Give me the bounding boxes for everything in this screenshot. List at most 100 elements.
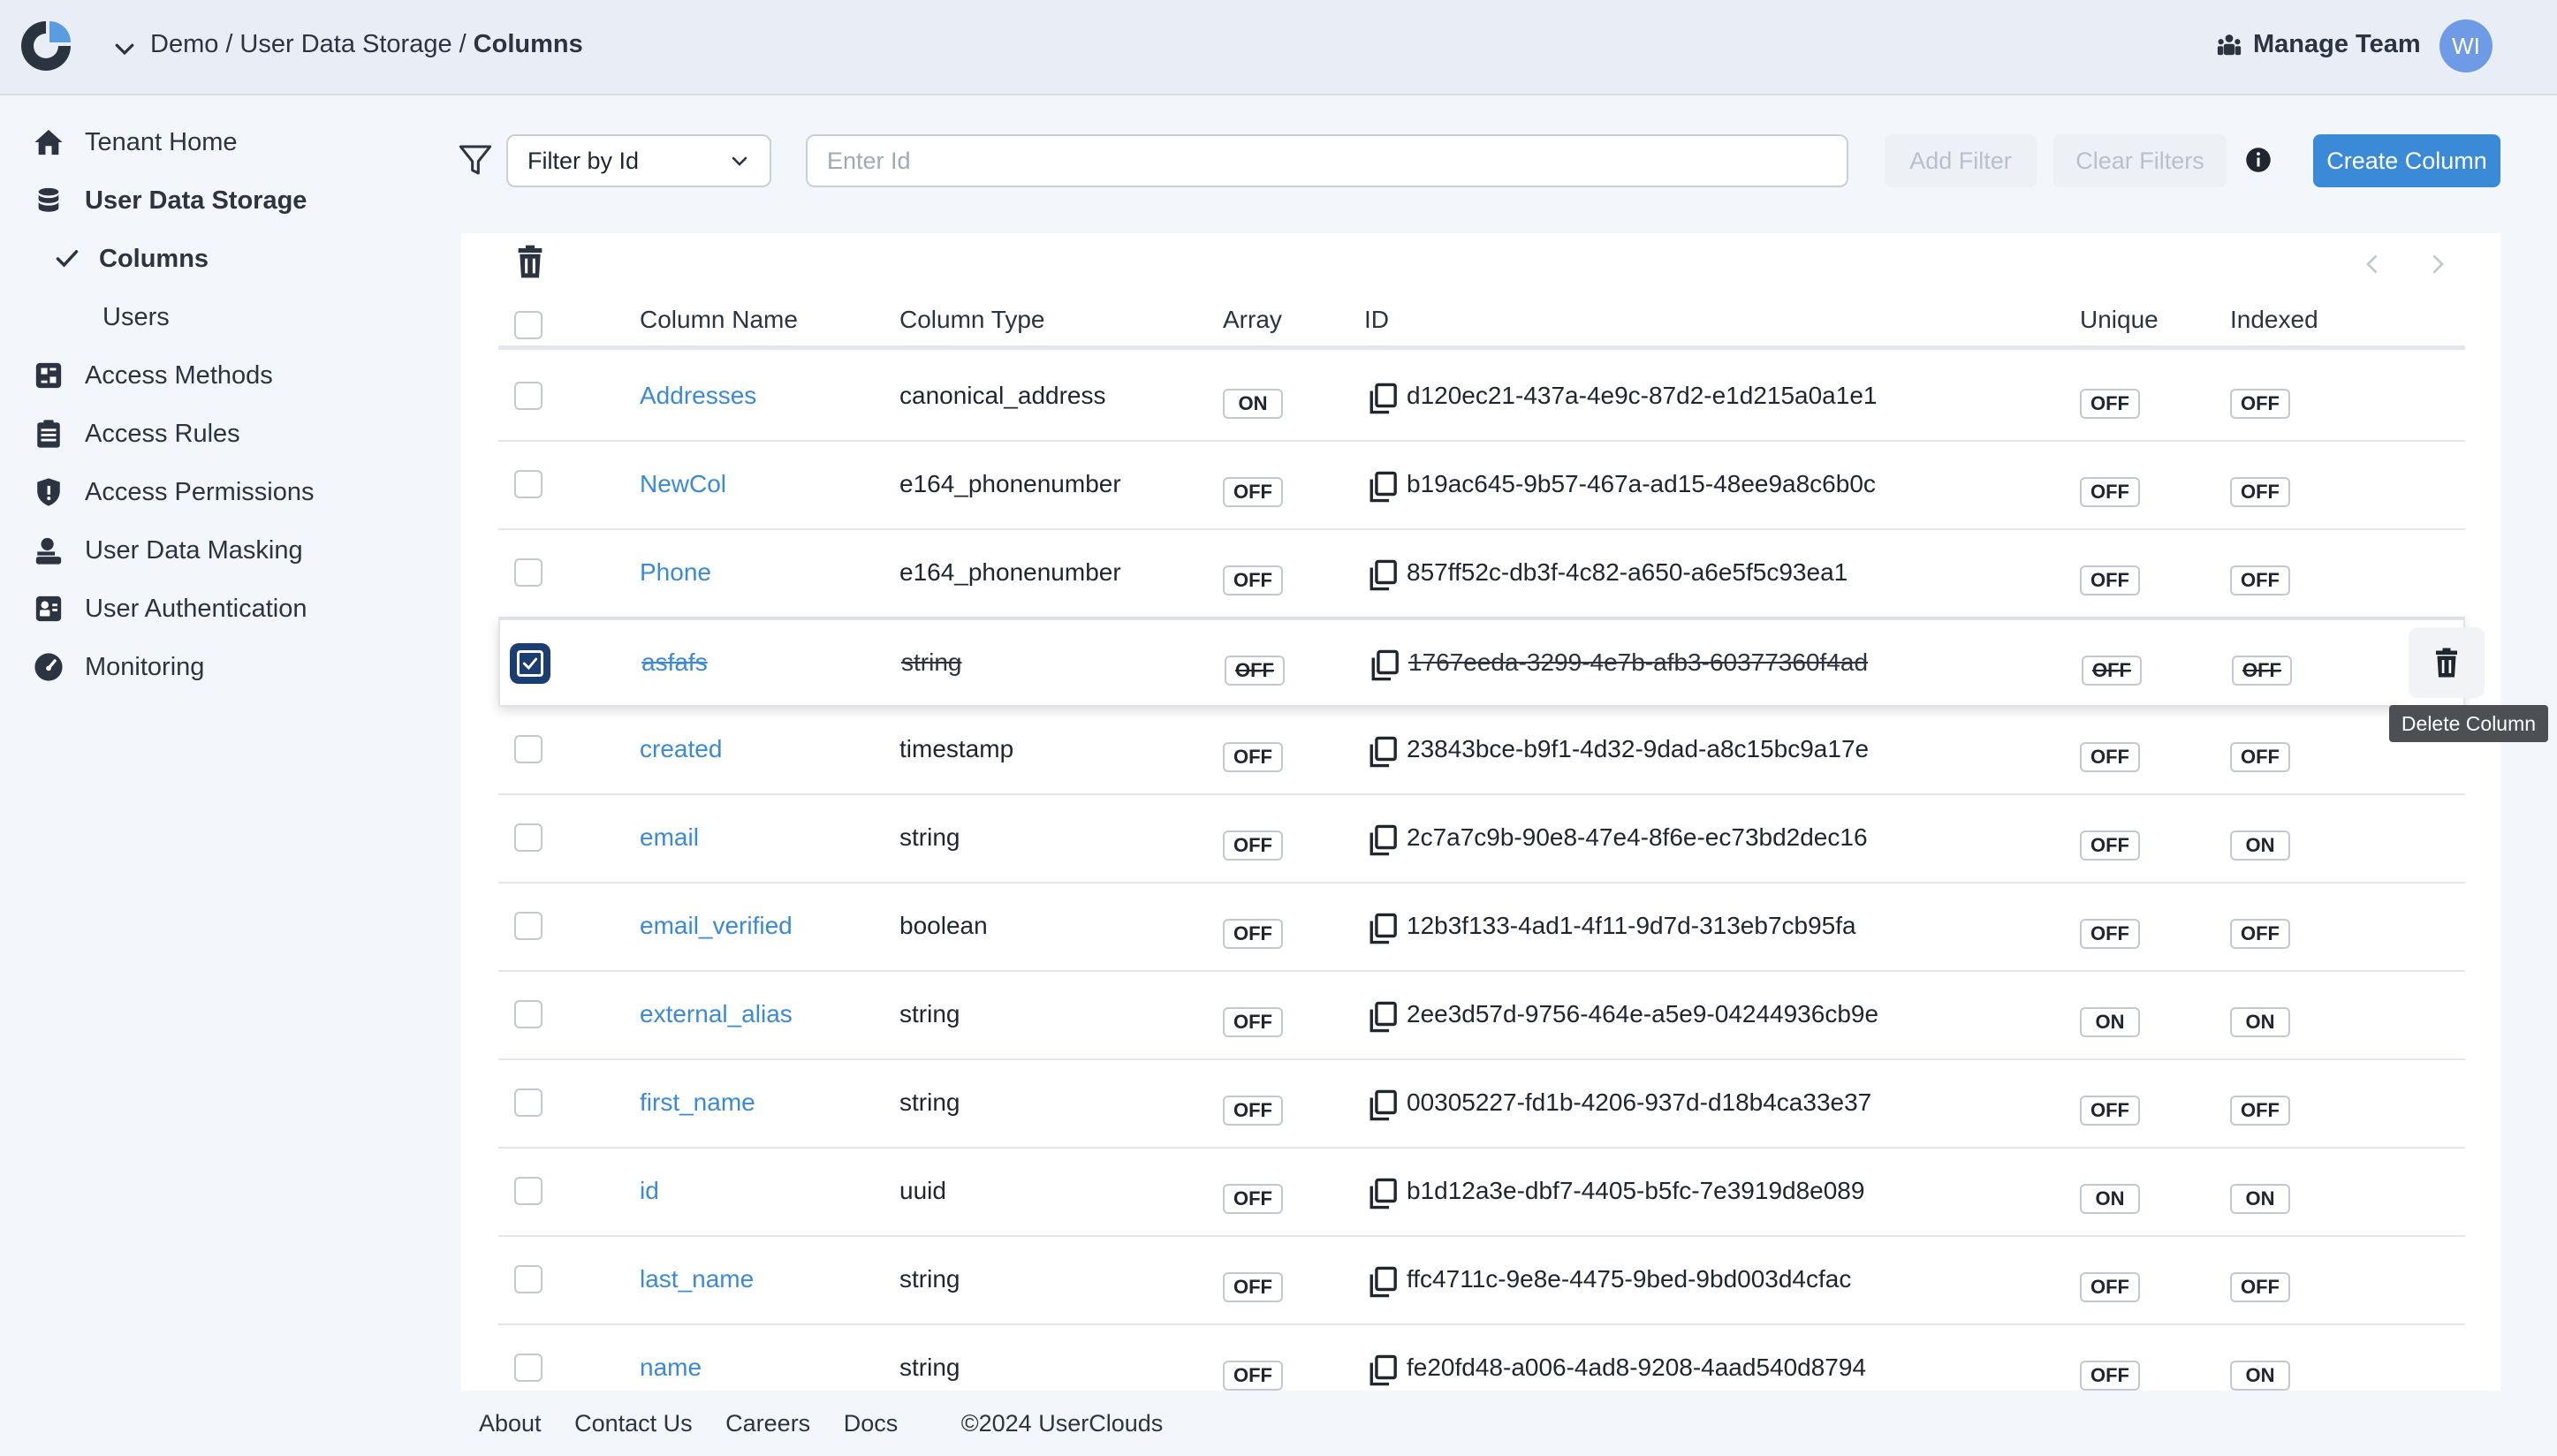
copy-icon[interactable] [1368, 735, 1398, 769]
table-row[interactable]: id uuid OFF b1d12a3e-dbf7-4405-b5fc-7e3919d… [498, 1149, 2465, 1237]
array-badge: OFF [1223, 1096, 1283, 1126]
filter-icon[interactable] [458, 141, 493, 178]
row-checkbox[interactable] [514, 1088, 543, 1117]
sidebar-item-columns[interactable]: Columns [55, 237, 209, 281]
column-name-link[interactable]: asfafs [641, 648, 708, 677]
team-icon [2217, 34, 2242, 55]
filter-by-select[interactable]: Filter by Id [506, 134, 771, 187]
sidebar-item-access-rules[interactable]: Access Rules [34, 412, 240, 456]
checkmark-icon [56, 250, 79, 268]
copy-icon[interactable] [1368, 1088, 1398, 1122]
header-indexed[interactable]: Indexed [2230, 306, 2318, 334]
clear-filters-button[interactable]: Clear Filters [2053, 134, 2227, 187]
copy-icon[interactable] [1368, 1354, 1398, 1387]
row-checkbox[interactable] [514, 1177, 543, 1205]
chevron-left-icon[interactable] [2359, 251, 2386, 277]
sidebar-item-label: User Data Storage [85, 186, 307, 215]
table-row[interactable]: created timestamp OFF 23843bce-b9f1-4d32-9d… [498, 707, 2465, 795]
add-filter-button[interactable]: Add Filter [1885, 134, 2037, 187]
indexed-badge: OFF [2230, 1272, 2290, 1302]
table-row[interactable]: first_name string OFF 00305227-fd1b-4206-93… [498, 1060, 2465, 1149]
avatar[interactable]: WI [2439, 19, 2493, 72]
column-name-link[interactable]: Phone [640, 558, 711, 587]
column-name-link[interactable]: id [640, 1177, 659, 1205]
chevron-right-icon[interactable] [2424, 251, 2451, 277]
table-row[interactable]: asfafs string OFF 1767eeda-3299-4e7b-afb3-6… [498, 618, 2485, 707]
row-checkbox[interactable] [514, 558, 543, 587]
row-checkbox[interactable] [514, 823, 543, 852]
row-checkbox[interactable] [514, 1265, 543, 1293]
footer-link-contact-us[interactable]: Contact Us [574, 1410, 693, 1437]
column-id: 00305227-fd1b-4206-937d-d18b4ca33e37 [1407, 1088, 1872, 1116]
copy-icon[interactable] [1368, 1177, 1398, 1210]
row-checkbox[interactable] [514, 735, 543, 763]
sidebar-item-users[interactable]: Users [102, 295, 170, 339]
sidebar-item-label: User Authentication [85, 594, 307, 623]
breadcrumb-demo[interactable]: Demo [150, 30, 218, 58]
column-name-link[interactable]: email_verified [640, 912, 793, 940]
chevron-down-icon[interactable] [111, 35, 138, 62]
trash-icon[interactable] [512, 244, 548, 279]
row-checkbox[interactable] [514, 1354, 543, 1382]
row-checkbox[interactable] [514, 1000, 543, 1028]
header-unique[interactable]: Unique [2080, 306, 2159, 334]
column-id: d120ec21-437a-4e9c-87d2-e1d215a0a1e1 [1407, 382, 1878, 409]
manage-team-button[interactable]: Manage Team [2216, 30, 2421, 59]
copy-icon[interactable] [1368, 1000, 1398, 1034]
row-checkbox[interactable] [514, 912, 543, 940]
table-row[interactable]: email_verified boolean OFF 12b3f133-4ad1-4f… [498, 883, 2465, 972]
column-name-link[interactable]: external_alias [640, 1000, 793, 1028]
copy-icon[interactable] [1368, 558, 1398, 592]
id-input[interactable] [806, 134, 1848, 187]
copy-icon[interactable] [1368, 382, 1398, 415]
table-row[interactable]: email string OFF 2c7a7c9b-90e8-47e4-8f6e-ec… [498, 795, 2465, 883]
sidebar-item-user-data-storage[interactable]: User Data Storage [34, 178, 307, 223]
table-row[interactable]: name string OFF fe20fd48-a006-4ad8-9208-4aa… [498, 1325, 2465, 1391]
table-row[interactable]: Phone e164_phonenumber OFF 857ff52c-db3f-4c… [498, 530, 2465, 618]
sidebar-item-access-permissions[interactable]: Access Permissions [34, 470, 314, 514]
usercloud-logo-icon[interactable] [18, 18, 74, 74]
footer-link-about[interactable]: About [479, 1410, 542, 1437]
column-type: timestamp [899, 735, 1014, 762]
column-name-link[interactable]: created [640, 735, 722, 763]
footer-link-careers[interactable]: Careers [725, 1410, 810, 1437]
breadcrumb-user-data-storage[interactable]: User Data Storage [239, 30, 451, 58]
table-row[interactable]: NewCol e164_phonenumber OFF b19ac645-9b57-4… [498, 442, 2465, 530]
column-name-link[interactable]: last_name [640, 1265, 754, 1293]
sidebar-item-tenant-home[interactable]: Tenant Home [34, 120, 238, 164]
column-name-link[interactable]: NewCol [640, 470, 726, 498]
column-name-link[interactable]: email [640, 823, 699, 852]
column-name-link[interactable]: Addresses [640, 382, 756, 410]
table-row[interactable]: external_alias string OFF 2ee3d57d-9756-464… [498, 972, 2465, 1060]
sidebar-item-monitoring[interactable]: Monitoring [34, 645, 204, 689]
column-name-link[interactable]: name [640, 1354, 702, 1382]
create-column-button[interactable]: Create Column [2313, 134, 2500, 187]
sidebar-item-user-data-masking[interactable]: User Data Masking [34, 528, 303, 573]
header-column-name[interactable]: Column Name [640, 306, 798, 334]
delete-column-button[interactable] [2409, 627, 2485, 698]
trash-icon [2436, 648, 2457, 678]
column-id: 1767eeda-3299-4e7b-afb3-60377360f4ad [1408, 648, 1869, 676]
sidebar-item-access-methods[interactable]: Access Methods [34, 353, 273, 398]
unique-badge: OFF [2080, 919, 2140, 949]
sidebar-item-user-authentication[interactable]: User Authentication [34, 587, 307, 631]
copy-icon[interactable] [1368, 912, 1398, 945]
info-icon[interactable] [2245, 147, 2272, 173]
table-row[interactable]: Addresses canonical_address ON d120ec21-437… [498, 353, 2465, 442]
row-checkbox[interactable] [514, 382, 543, 410]
header-column-type[interactable]: Column Type [899, 306, 1044, 334]
copy-icon[interactable] [1370, 648, 1400, 682]
column-type: canonical_address [899, 382, 1106, 409]
column-name-link[interactable]: first_name [640, 1088, 755, 1117]
select-all-checkbox[interactable] [514, 311, 543, 339]
row-checkbox[interactable] [514, 470, 543, 498]
copy-icon[interactable] [1368, 823, 1398, 857]
array-badge: OFF [1223, 742, 1283, 772]
row-checkbox-checked[interactable] [510, 643, 550, 684]
header-array[interactable]: Array [1223, 306, 1282, 334]
footer-link-docs[interactable]: Docs [844, 1410, 899, 1437]
copy-icon[interactable] [1368, 470, 1398, 504]
header-id[interactable]: ID [1364, 306, 1389, 334]
table-row[interactable]: last_name string OFF ffc4711c-9e8e-4475-9be… [498, 1237, 2465, 1325]
copy-icon[interactable] [1368, 1265, 1398, 1299]
